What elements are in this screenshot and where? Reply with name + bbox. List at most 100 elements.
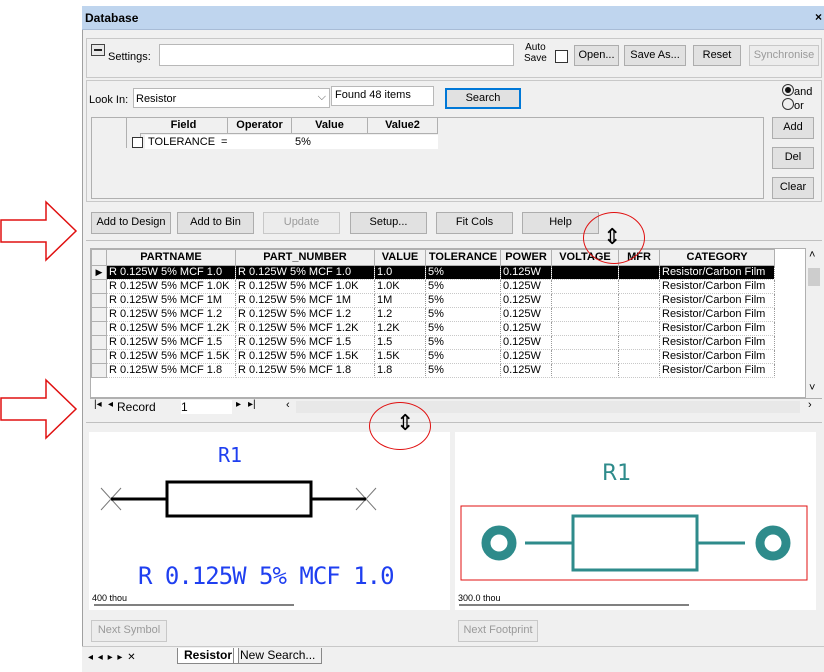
- table-cell[interactable]: R 0.125W 5% MCF 1.2K: [106, 321, 236, 336]
- look-in-select[interactable]: Resistor ⌵: [133, 88, 330, 108]
- horizontal-scroll-right-icon[interactable]: ›: [808, 399, 812, 411]
- table-row[interactable]: R 0.125W 5% MCF 1.8 R 0.125W 5% MCF 1.8 1.…: [91, 363, 775, 378]
- table-cell[interactable]: [551, 321, 619, 336]
- row-header[interactable]: [91, 321, 107, 336]
- fit-cols-button[interactable]: Fit Cols: [436, 212, 513, 234]
- first-record-icon[interactable]: |◂: [94, 399, 102, 410]
- table-cell[interactable]: R 0.125W 5% MCF 1M: [106, 293, 236, 308]
- and-radio[interactable]: and: [782, 83, 812, 98]
- scroll-thumb[interactable]: [808, 268, 820, 286]
- clear-button[interactable]: Clear: [772, 177, 814, 199]
- table-cell[interactable]: [551, 349, 619, 364]
- tab-resistor[interactable]: Resistor: [177, 648, 240, 664]
- auto-save-checkbox[interactable]: [555, 50, 568, 63]
- query-operator[interactable]: =: [221, 136, 227, 148]
- table-cell[interactable]: 0.125W: [500, 321, 552, 336]
- close-icon[interactable]: ×: [815, 10, 822, 24]
- table-cell[interactable]: [618, 265, 660, 280]
- next-record-icon[interactable]: ▸: [236, 399, 241, 410]
- table-cell[interactable]: [618, 307, 660, 322]
- table-cell[interactable]: 0.125W: [500, 307, 552, 322]
- table-cell[interactable]: Resistor/Carbon Film: [659, 349, 775, 364]
- table-row[interactable]: R 0.125W 5% MCF 1.5 R 0.125W 5% MCF 1.5 1.…: [91, 335, 775, 350]
- row-header[interactable]: ▶: [91, 265, 107, 280]
- table-cell[interactable]: [618, 363, 660, 378]
- table-cell[interactable]: 0.125W: [500, 265, 552, 280]
- table-cell[interactable]: [551, 293, 619, 308]
- table-cell[interactable]: R 0.125W 5% MCF 1.2K: [235, 321, 375, 336]
- open-button[interactable]: Open...: [574, 45, 619, 66]
- table-cell[interactable]: Resistor/Carbon Film: [659, 335, 775, 350]
- prev-record-icon[interactable]: ◂: [108, 399, 113, 410]
- row-header[interactable]: [91, 307, 107, 322]
- save-as-button[interactable]: Save As...: [624, 45, 686, 66]
- horizontal-scrollbar[interactable]: [296, 401, 800, 413]
- table-row[interactable]: ▶ R 0.125W 5% MCF 1.0 R 0.125W 5% MCF 1.0 1…: [91, 265, 775, 280]
- chevron-down-icon[interactable]: ⌵: [318, 91, 326, 104]
- query-value[interactable]: 5%: [295, 136, 311, 148]
- table-cell[interactable]: 0.125W: [500, 279, 552, 294]
- table-cell[interactable]: 1.5: [374, 335, 426, 350]
- table-cell[interactable]: 1M: [374, 293, 426, 308]
- record-number[interactable]: 1: [181, 400, 232, 414]
- column-header-category[interactable]: CATEGORY: [659, 249, 775, 266]
- reset-button[interactable]: Reset: [693, 45, 741, 66]
- row-header[interactable]: [91, 349, 107, 364]
- column-header-partname[interactable]: PARTNAME: [106, 249, 236, 266]
- pin-icon[interactable]: [91, 44, 105, 56]
- column-header-power[interactable]: POWER: [500, 249, 552, 266]
- table-cell[interactable]: Resistor/Carbon Film: [659, 265, 775, 280]
- query-row-checkbox[interactable]: [132, 137, 143, 148]
- table-cell[interactable]: Resistor/Carbon Film: [659, 363, 775, 378]
- row-header[interactable]: [91, 293, 107, 308]
- tab-nav-icons[interactable]: ◂ ◂ ▸ ▸ ✕: [88, 652, 137, 663]
- table-cell[interactable]: 0.125W: [500, 335, 552, 350]
- row-header[interactable]: [91, 335, 107, 350]
- table-cell[interactable]: [618, 321, 660, 336]
- query-field[interactable]: TOLERANCE: [148, 136, 215, 148]
- table-cell[interactable]: 0.125W: [500, 349, 552, 364]
- table-cell[interactable]: 5%: [425, 279, 501, 294]
- or-radio[interactable]: or: [782, 97, 804, 112]
- column-header-value[interactable]: VALUE: [374, 249, 426, 266]
- horizontal-scroll-left-icon[interactable]: ‹: [286, 399, 290, 411]
- row-header[interactable]: [91, 363, 107, 378]
- column-header-tolerance[interactable]: TOLERANCE: [425, 249, 501, 266]
- table-cell[interactable]: 0.125W: [500, 293, 552, 308]
- table-cell[interactable]: R 0.125W 5% MCF 1.8: [235, 363, 375, 378]
- table-cell[interactable]: 1.2K: [374, 321, 426, 336]
- table-cell[interactable]: Resistor/Carbon Film: [659, 279, 775, 294]
- column-header-part-number[interactable]: PART_NUMBER: [235, 249, 375, 266]
- table-cell[interactable]: R 0.125W 5% MCF 1.0: [106, 265, 236, 280]
- table-cell[interactable]: [551, 335, 619, 350]
- table-cell[interactable]: [618, 335, 660, 350]
- table-cell[interactable]: R 0.125W 5% MCF 1.0: [235, 265, 375, 280]
- table-cell[interactable]: R 0.125W 5% MCF 1.5: [106, 335, 236, 350]
- table-cell[interactable]: R 0.125W 5% MCF 1.8: [106, 363, 236, 378]
- table-cell[interactable]: R 0.125W 5% MCF 1.2: [106, 307, 236, 322]
- table-cell[interactable]: Resistor/Carbon Film: [659, 307, 775, 322]
- table-cell[interactable]: 1.2: [374, 307, 426, 322]
- table-cell[interactable]: R 0.125W 5% MCF 1M: [235, 293, 375, 308]
- add-to-bin-button[interactable]: Add to Bin: [177, 212, 254, 234]
- table-cell[interactable]: 1.5K: [374, 349, 426, 364]
- table-cell[interactable]: 5%: [425, 349, 501, 364]
- table-cell[interactable]: R 0.125W 5% MCF 1.5K: [235, 349, 375, 364]
- table-cell[interactable]: R 0.125W 5% MCF 1.2: [235, 307, 375, 322]
- table-cell[interactable]: R 0.125W 5% MCF 1.5K: [106, 349, 236, 364]
- add-to-design-button[interactable]: Add to Design: [91, 212, 171, 234]
- table-cell[interactable]: [551, 265, 619, 280]
- vertical-scrollbar[interactable]: ˄ ˅: [806, 248, 822, 398]
- table-cell[interactable]: Resistor/Carbon Film: [659, 321, 775, 336]
- tab-new-search[interactable]: New Search...: [233, 648, 323, 664]
- table-cell[interactable]: 1.0: [374, 265, 426, 280]
- table-row[interactable]: R 0.125W 5% MCF 1.2K R 0.125W 5% MCF 1.2K…: [91, 321, 775, 336]
- table-cell[interactable]: [551, 363, 619, 378]
- row-header[interactable]: [91, 279, 107, 294]
- add-button[interactable]: Add: [772, 117, 814, 139]
- table-cell[interactable]: [618, 349, 660, 364]
- table-cell[interactable]: 0.125W: [500, 363, 552, 378]
- table-cell[interactable]: 1.0K: [374, 279, 426, 294]
- splitter-top[interactable]: [86, 240, 822, 243]
- table-cell[interactable]: [618, 279, 660, 294]
